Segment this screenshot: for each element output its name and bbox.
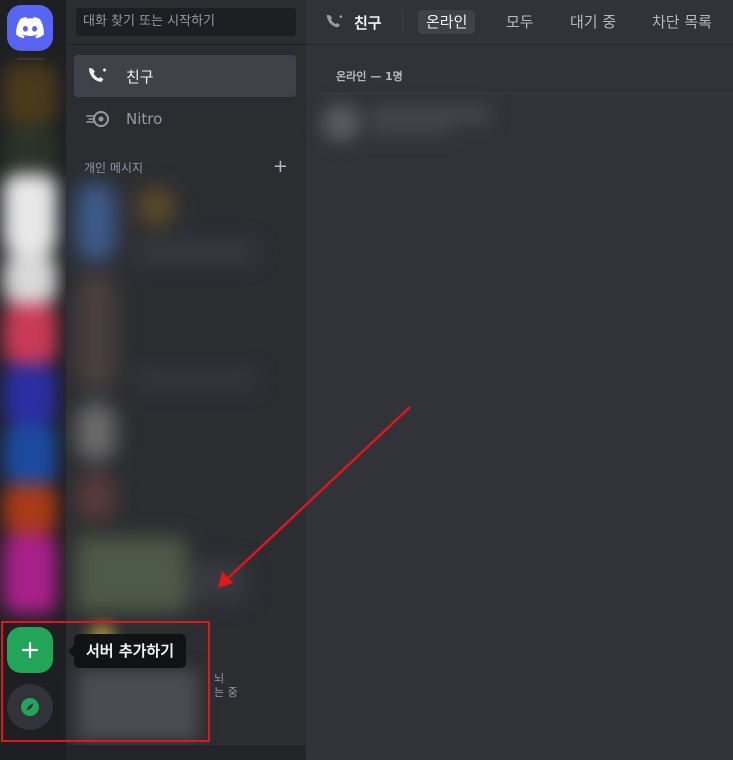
annotation-arrow [218, 406, 411, 588]
